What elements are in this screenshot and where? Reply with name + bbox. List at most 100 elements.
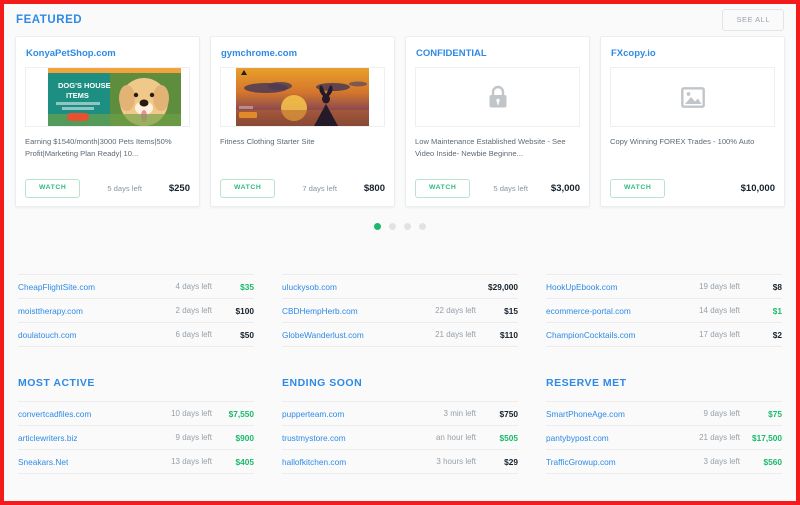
listing-time-left: 21 days left — [435, 330, 476, 339]
featured-card[interactable]: FXcopy.io Copy Winning FOREX Trades - 10… — [600, 36, 785, 207]
mid-listing-column: HookUpEbook.com 19 days left $8 ecommerc… — [546, 274, 782, 347]
listing-name[interactable]: CheapFlightSite.com — [18, 282, 95, 292]
table-row[interactable]: hallofkitchen.com 3 hours left $29 — [282, 449, 518, 474]
featured-header: FEATURED SEE ALL — [14, 4, 786, 36]
listing-name[interactable]: pantybypost.com — [546, 433, 609, 443]
listing-price: $29,000 — [488, 281, 518, 292]
featured-card-thumbnail: DOG'S HOUSE ITEMS — [25, 67, 190, 127]
listing-price: $560 — [763, 456, 782, 467]
listing-name[interactable]: CBDHempHerb.com — [282, 306, 358, 316]
listing-time-left: 22 days left — [435, 306, 476, 315]
listing-name[interactable]: articlewriters.biz — [18, 433, 77, 443]
table-row[interactable]: pantybypost.com 21 days left $17,500 — [546, 425, 782, 449]
listing-name[interactable]: TrafficGrowup.com — [546, 457, 616, 467]
featured-card-title[interactable]: CONFIDENTIAL — [416, 48, 580, 59]
listing-price: $8 — [772, 281, 782, 292]
listing-time-left: 14 days left — [699, 306, 740, 315]
featured-card-description: Earning $1540/month|3000 Pets Items|50% … — [25, 137, 172, 158]
listing-name[interactable]: Sneakars.Net — [18, 457, 68, 467]
table-row[interactable]: moisttherapy.com 2 days left $100 — [18, 298, 254, 322]
listing-name[interactable]: SmartPhoneAge.com — [546, 409, 625, 419]
bottom-sections-grid: MOST ACTIVE convertcadfiles.com 10 days … — [4, 347, 796, 474]
table-row[interactable]: GlobeWanderlust.com 21 days left $110 — [282, 322, 518, 347]
featured-card-title[interactable]: gymchrome.com — [221, 48, 385, 59]
table-row[interactable]: SmartPhoneAge.com 9 days left $75 — [546, 401, 782, 425]
watch-button[interactable]: WATCH — [610, 179, 666, 198]
table-row[interactable]: convertcadfiles.com 10 days left $7,550 — [18, 401, 254, 425]
listing-price: $100 — [235, 305, 254, 316]
featured-section: FEATURED SEE ALL KonyaPetShop.com DOG'S … — [4, 4, 796, 252]
table-row[interactable]: ChampionCocktails.com 17 days left $2 — [546, 322, 782, 347]
listing-price: $7,550 — [228, 408, 254, 419]
table-row[interactable]: trustmystore.com an hour left $505 — [282, 425, 518, 449]
featured-card-thumbnail — [220, 67, 385, 127]
listing-price: $35 — [240, 281, 254, 292]
listing-time-left: 17 days left — [699, 330, 740, 339]
listing-name[interactable]: convertcadfiles.com — [18, 409, 91, 419]
section-title: ENDING SOON — [282, 377, 363, 389]
featured-card-price: $10,000 — [740, 183, 775, 195]
listing-time-left: 3 hours left — [436, 457, 476, 466]
watch-button[interactable]: WATCH — [220, 179, 276, 198]
listing-time-left: 2 days left — [175, 306, 212, 315]
listing-time-left: 13 days left — [171, 457, 212, 466]
featured-card-footer: WATCH 7 days left $800 — [220, 179, 385, 198]
featured-card-description: Fitness Clothing Starter Site — [220, 137, 315, 146]
listing-name[interactable]: moisttherapy.com — [18, 306, 83, 316]
listing-name[interactable]: doulatouch.com — [18, 330, 77, 340]
listing-time-left: an hour left — [435, 433, 476, 442]
carousel-dot-4[interactable] — [419, 223, 426, 230]
watch-button[interactable]: WATCH — [415, 179, 471, 198]
listing-price: $900 — [235, 432, 254, 443]
table-row[interactable]: uluckysob.com $29,000 — [282, 274, 518, 298]
see-all-button[interactable]: SEE ALL — [722, 9, 784, 31]
table-row[interactable]: TrafficGrowup.com 3 days left $560 — [546, 449, 782, 474]
watch-button[interactable]: WATCH — [25, 179, 81, 198]
listing-name[interactable]: GlobeWanderlust.com — [282, 330, 364, 340]
listing-time-left: 3 days left — [703, 457, 740, 466]
featured-card-title[interactable]: KonyaPetShop.com — [26, 48, 190, 59]
featured-card-price: $250 — [168, 183, 190, 195]
featured-card-title[interactable]: FXcopy.io — [611, 48, 775, 59]
featured-card[interactable]: gymchrome.com Fitness Clothing Starter S… — [210, 36, 395, 207]
table-row[interactable]: articlewriters.biz 9 days left $900 — [18, 425, 254, 449]
listing-price: $750 — [499, 408, 518, 419]
listing-time-left: 4 days left — [175, 282, 212, 291]
listing-time-left: 9 days left — [703, 409, 740, 418]
listing-name[interactable]: ChampionCocktails.com — [546, 330, 635, 340]
listing-price: $15 — [504, 305, 518, 316]
table-row[interactable]: CheapFlightSite.com 4 days left $35 — [18, 274, 254, 298]
listing-name[interactable]: HookUpEbook.com — [546, 282, 617, 292]
carousel-dot-1[interactable] — [374, 223, 381, 230]
listing-price: $2 — [772, 329, 782, 340]
featured-card-footer: WATCH $10,000 — [610, 179, 775, 198]
featured-card[interactable]: CONFIDENTIAL Low Maintenance Established… — [405, 36, 590, 207]
listing-price: $505 — [499, 432, 518, 443]
listing-name[interactable]: trustmystore.com — [282, 433, 346, 443]
listing-name[interactable]: hallofkitchen.com — [282, 457, 346, 467]
table-row[interactable]: HookUpEbook.com 19 days left $8 — [546, 274, 782, 298]
featured-card-price: $800 — [363, 183, 385, 195]
listing-name[interactable]: ecommerce-portal.com — [546, 306, 631, 316]
section-title: RESERVE MET — [546, 377, 627, 389]
listing-price: $1 — [772, 305, 782, 316]
marketplace-page: FEATURED SEE ALL KonyaPetShop.com DOG'S … — [4, 4, 796, 501]
featured-card-footer: WATCH 5 days left $3,000 — [415, 179, 580, 198]
table-row[interactable]: ecommerce-portal.com 14 days left $1 — [546, 298, 782, 322]
carousel-dot-3[interactable] — [404, 223, 411, 230]
featured-card[interactable]: KonyaPetShop.com DOG'S HOUSE ITEMS Earni… — [15, 36, 200, 207]
time-left-label: 7 days left — [302, 184, 337, 194]
table-row[interactable]: CBDHempHerb.com 22 days left $15 — [282, 298, 518, 322]
carousel-dot-2[interactable] — [389, 223, 396, 230]
mid-listing-column: uluckysob.com $29,000 CBDHempHerb.com 22… — [282, 274, 518, 347]
table-row[interactable]: Sneakars.Net 13 days left $405 — [18, 449, 254, 474]
time-left-label: 5 days left — [493, 184, 528, 194]
listing-name[interactable]: uluckysob.com — [282, 282, 337, 292]
table-row[interactable]: doulatouch.com 6 days left $50 — [18, 322, 254, 347]
listing-time-left: 6 days left — [175, 330, 212, 339]
table-row[interactable]: pupperteam.com 3 min left $750 — [282, 401, 518, 425]
mid-listings-grid: CheapFlightSite.com 4 days left $35 mois… — [4, 252, 796, 347]
listing-time-left: 19 days left — [699, 282, 740, 291]
featured-section-title: FEATURED — [16, 14, 83, 26]
listing-name[interactable]: pupperteam.com — [282, 409, 344, 419]
